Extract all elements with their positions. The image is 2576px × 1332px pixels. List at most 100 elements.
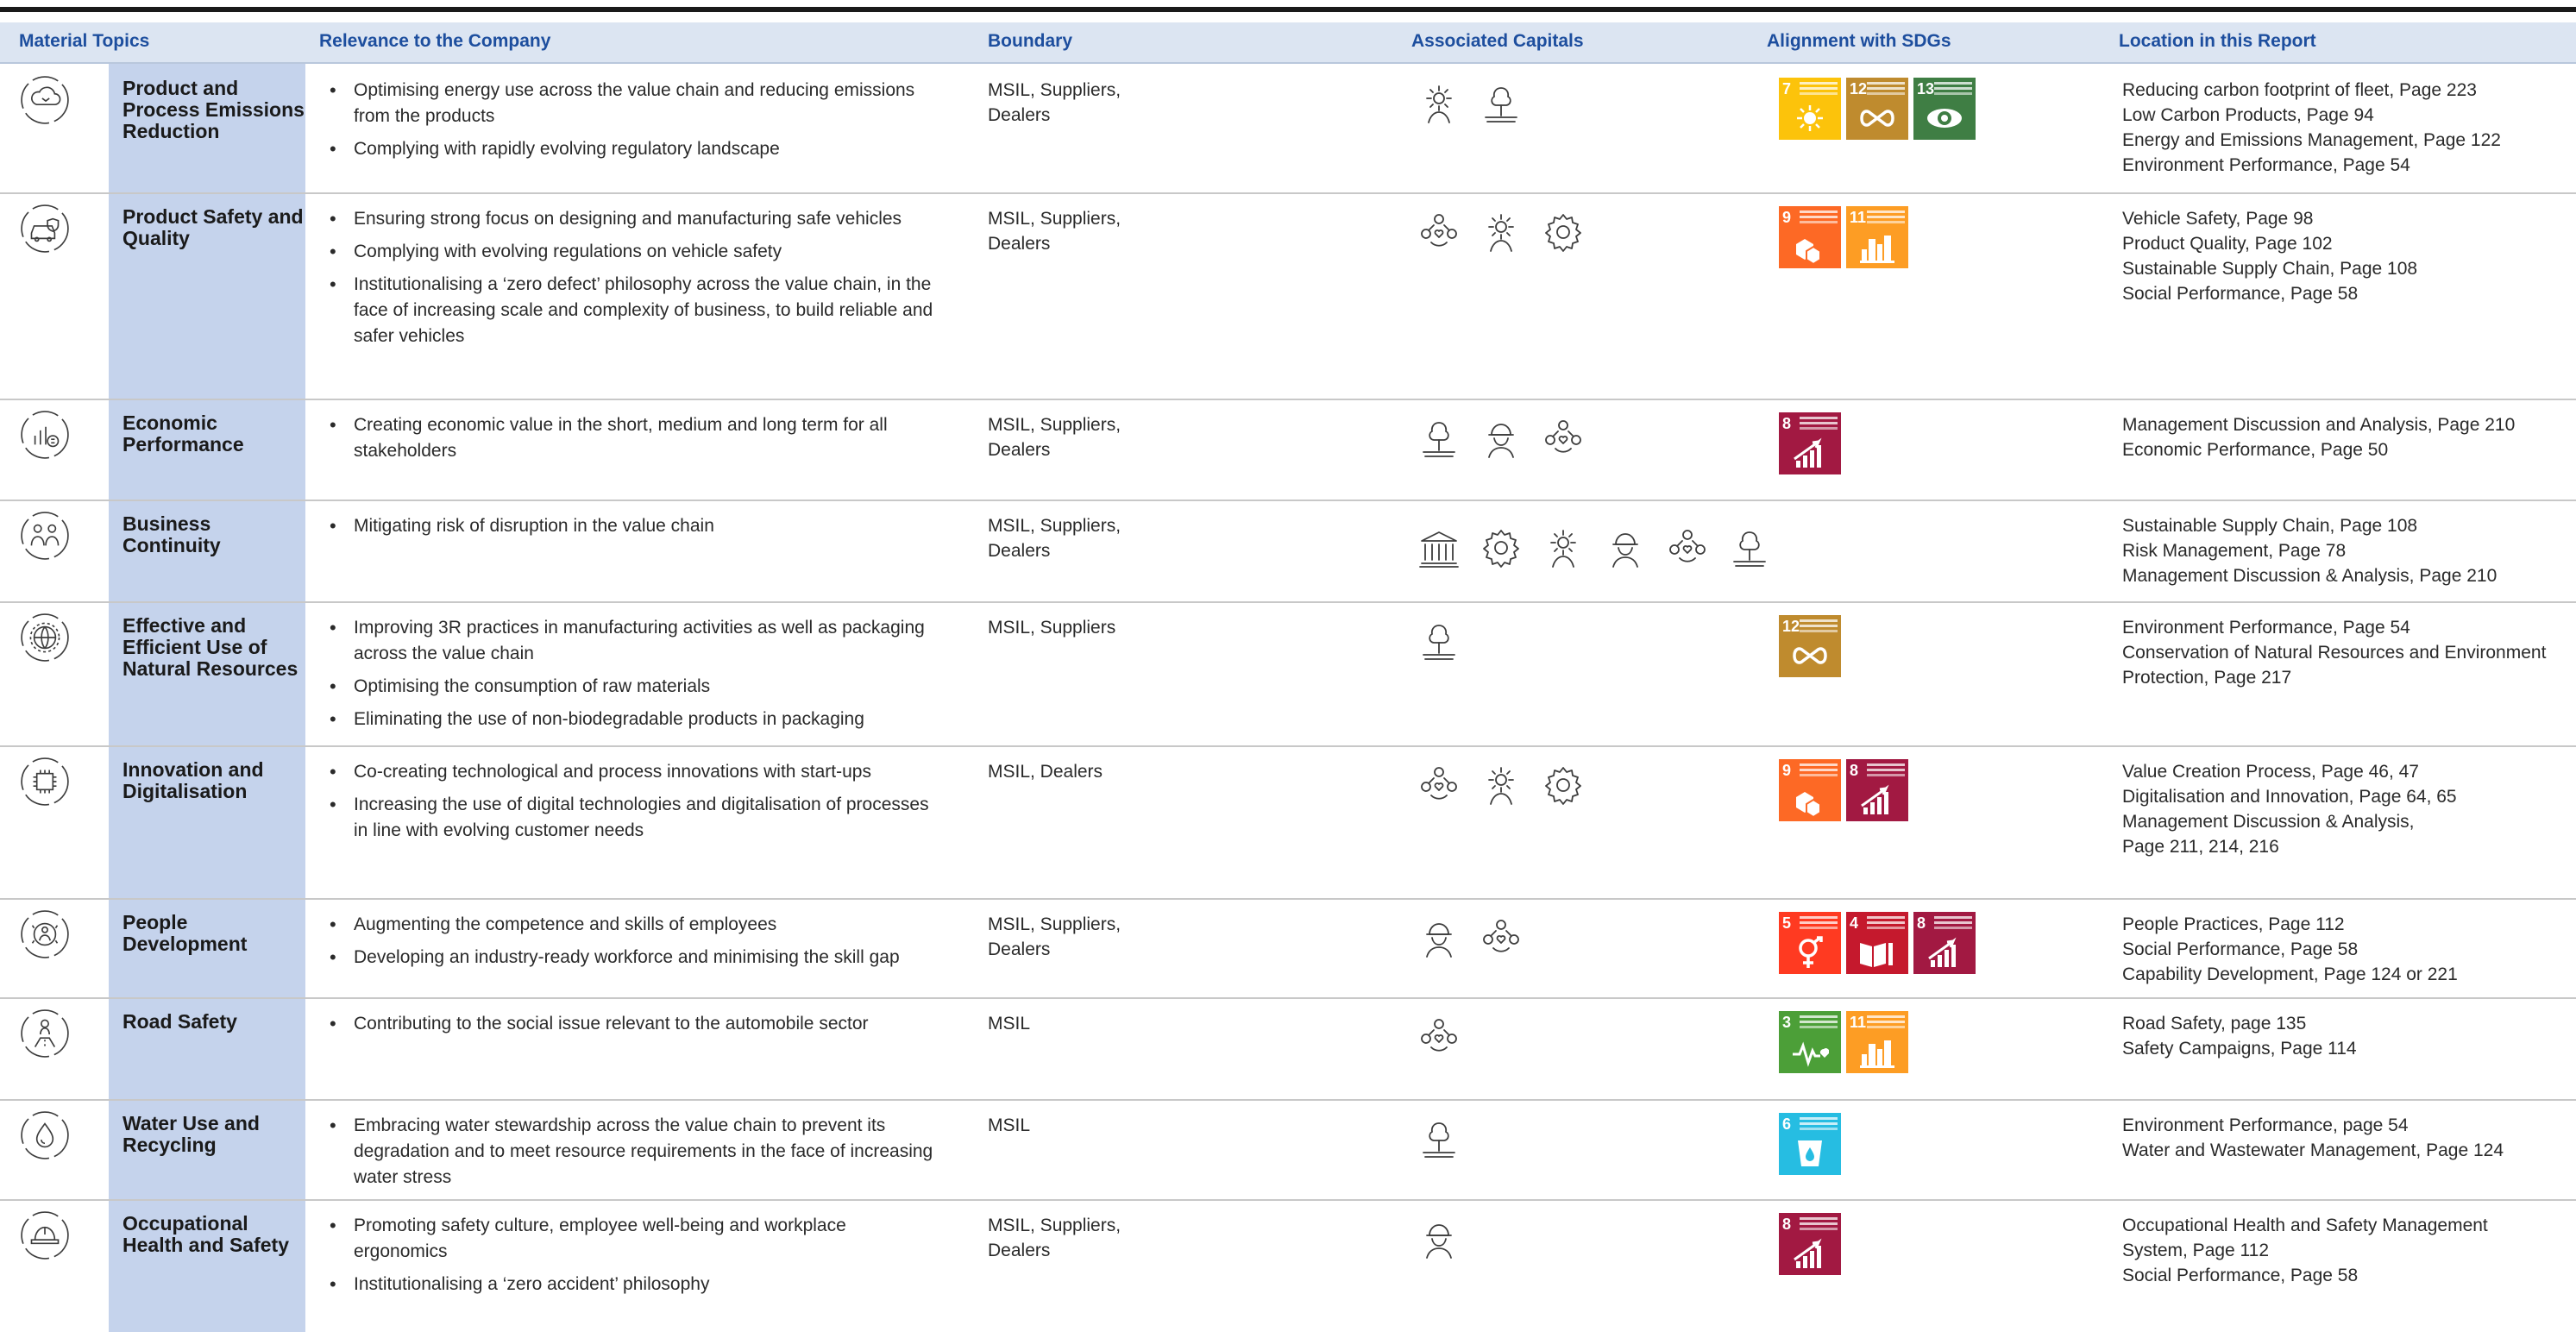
sdg-group: 9 11 xyxy=(1779,206,1913,268)
sdg-group: 12 xyxy=(1779,615,1846,677)
relevance-list: Contributing to the social issue relevan… xyxy=(319,1011,940,1044)
report-location: Vehicle Safety, Page 98 Product Quality, … xyxy=(2122,206,2571,306)
sdg-9-icon: 9 xyxy=(1779,206,1841,268)
location-line: Protection, Page 217 xyxy=(2122,668,2292,688)
capitals-group xyxy=(1415,761,1601,809)
relevance-item: Co-creating technological and process in… xyxy=(319,759,940,785)
topic-title: Water Use and Recycling xyxy=(123,1112,260,1156)
report-location: Road Safety, page 135 Safety Campaigns, P… xyxy=(2122,1011,2571,1061)
boundary-text: MSIL, Dealers xyxy=(988,762,1103,782)
table-row: People Development Augmenting the compete… xyxy=(0,898,2576,999)
header-location: Location in this Report xyxy=(2119,31,2316,51)
capitals-group xyxy=(1415,1215,1477,1263)
location-line: People Practices, Page 112 xyxy=(2122,914,2345,934)
report-location: Management Discussion and Analysis, Page… xyxy=(2122,412,2571,462)
capitals-group xyxy=(1415,79,1539,128)
boundary-text: MSIL, Suppliers, Dealers xyxy=(988,80,1122,125)
sdg-12-icon: 12 xyxy=(1779,615,1841,677)
water-drop-icon xyxy=(19,1109,71,1161)
location-line: Capability Development, Page 124 or 221 xyxy=(2122,964,2458,984)
location-line: Vehicle Safety, Page 98 xyxy=(2122,209,2314,229)
gear-icon xyxy=(1539,761,1589,809)
location-line: Page 211, 214, 216 xyxy=(2122,837,2279,857)
chart-coin-icon xyxy=(19,409,71,461)
relevance-item: Developing an industry-ready workforce a… xyxy=(319,945,940,971)
relevance-list: Embracing water stewardship across the v… xyxy=(319,1113,940,1197)
sdg-group: 6 xyxy=(1779,1113,1846,1175)
topic-title: Occupational Health and Safety xyxy=(123,1212,289,1256)
capitals-group xyxy=(1415,208,1601,256)
tree-water-icon xyxy=(1477,79,1527,128)
location-line: Management Discussion and Analysis, Page… xyxy=(2122,415,2516,435)
location-line: Reducing carbon footprint of fleet, Page… xyxy=(2122,80,2477,100)
boundary-text: MSIL xyxy=(988,1014,1031,1034)
table-row: Economic Performance Creating economic va… xyxy=(0,399,2576,501)
sdg-8-icon: 8 xyxy=(1846,759,1908,821)
location-line: Low Carbon Products, Page 94 xyxy=(2122,105,2374,125)
bank-icon xyxy=(1415,524,1465,572)
report-location: Environment Performance, page 54 Water an… xyxy=(2122,1113,2571,1163)
relevance-item: Complying with evolving regulations on v… xyxy=(319,239,940,265)
relevance-item: Complying with rapidly evolving regulato… xyxy=(319,136,940,162)
relevance-item: Optimising energy use across the value c… xyxy=(319,78,940,129)
sdg-group: 8 xyxy=(1779,412,1846,474)
sdg-11-icon: 11 xyxy=(1846,206,1908,268)
people-heart-icon xyxy=(1415,1013,1465,1061)
relevance-list: Creating economic value in the short, me… xyxy=(319,412,940,471)
tree-water-icon xyxy=(1415,1115,1465,1163)
sdg-8-icon: 8 xyxy=(1913,912,1976,974)
relevance-item: Embracing water stewardship across the v… xyxy=(319,1113,940,1191)
topic-title: Innovation and Digitalisation xyxy=(123,758,264,802)
report-location: Value Creation Process, Page 46, 47 Digit… xyxy=(2122,759,2571,859)
capitals-group xyxy=(1415,617,1477,665)
sdg-13-icon: 13 xyxy=(1913,78,1976,140)
boundary-text: MSIL, Suppliers, Dealers xyxy=(988,516,1122,561)
sdg-group: 98 xyxy=(1779,759,1913,821)
relevance-item: Ensuring strong focus on designing and m… xyxy=(319,206,940,232)
topic-title: Economic Performance xyxy=(123,412,244,456)
sdg-8-icon: 8 xyxy=(1779,412,1841,474)
topic-title: People Development xyxy=(123,911,248,955)
table-row: Innovation and Digitalisation Co-creating… xyxy=(0,745,2576,900)
table-row: Business Continuity Mitigating risk of di… xyxy=(0,500,2576,603)
sdg-group: 548 xyxy=(1779,912,1981,974)
relevance-list: Promoting safety culture, employee well-… xyxy=(319,1213,940,1304)
capitals-group xyxy=(1415,1013,1477,1061)
sdg-group: 7 12 13 xyxy=(1779,78,1981,140)
boundary-text: MSIL, Suppliers, Dealers xyxy=(988,914,1122,959)
people-heart-icon xyxy=(1415,761,1465,809)
sdg-12-icon: 12 xyxy=(1846,78,1908,140)
capitals-group xyxy=(1415,524,1787,572)
location-line: Value Creation Process, Page 46, 47 xyxy=(2122,762,2419,782)
sdg-4-icon: 4 xyxy=(1846,912,1908,974)
relevance-list: Optimising energy use across the value c… xyxy=(319,78,940,169)
location-line: Occupational Health and Safety Managemen… xyxy=(2122,1216,2488,1235)
sdg-group: 8 xyxy=(1779,1213,1846,1275)
relevance-item: Promoting safety culture, employee well-… xyxy=(319,1213,940,1265)
sdg-6-icon: 6 xyxy=(1779,1113,1841,1175)
relevance-item: Contributing to the social issue relevan… xyxy=(319,1011,940,1037)
report-location: People Practices, Page 112 Social Perform… xyxy=(2122,912,2571,987)
relevance-list: Mitigating risk of disruption in the val… xyxy=(319,513,940,546)
table-row: Product and Process Emissions Reduction O… xyxy=(0,64,2576,194)
topic-title: Road Safety xyxy=(123,1010,237,1033)
report-location: Sustainable Supply Chain, Page 108 Risk M… xyxy=(2122,513,2571,588)
globe-gear-icon xyxy=(19,612,71,663)
location-line: Sustainable Supply Chain, Page 108 xyxy=(2122,259,2418,279)
boundary-text: MSIL, Suppliers, Dealers xyxy=(988,1216,1122,1260)
location-line: Environment Performance, Page 54 xyxy=(2122,618,2410,638)
table-row: Effective and Efficient Use of Natural R… xyxy=(0,601,2576,747)
location-line: Product Quality, Page 102 xyxy=(2122,234,2333,254)
table-row: Road Safety Contributing to the social is… xyxy=(0,997,2576,1101)
people-heart-icon xyxy=(1539,414,1589,462)
relevance-list: Improving 3R practices in manufacturing … xyxy=(319,615,940,739)
location-line: Economic Performance, Page 50 xyxy=(2122,440,2389,460)
sdg-5-icon: 5 xyxy=(1779,912,1841,974)
sun-person-icon xyxy=(1539,524,1589,572)
header-sdgs: Alignment with SDGs xyxy=(1767,31,1951,51)
people-heart-icon xyxy=(1663,524,1713,572)
boundary-text: MSIL, Suppliers, Dealers xyxy=(988,415,1122,460)
table-row: Water Use and Recycling Embracing water s… xyxy=(0,1099,2576,1201)
report-location: Occupational Health and Safety Managemen… xyxy=(2122,1213,2571,1288)
header-relevance: Relevance to the Company xyxy=(319,31,551,51)
